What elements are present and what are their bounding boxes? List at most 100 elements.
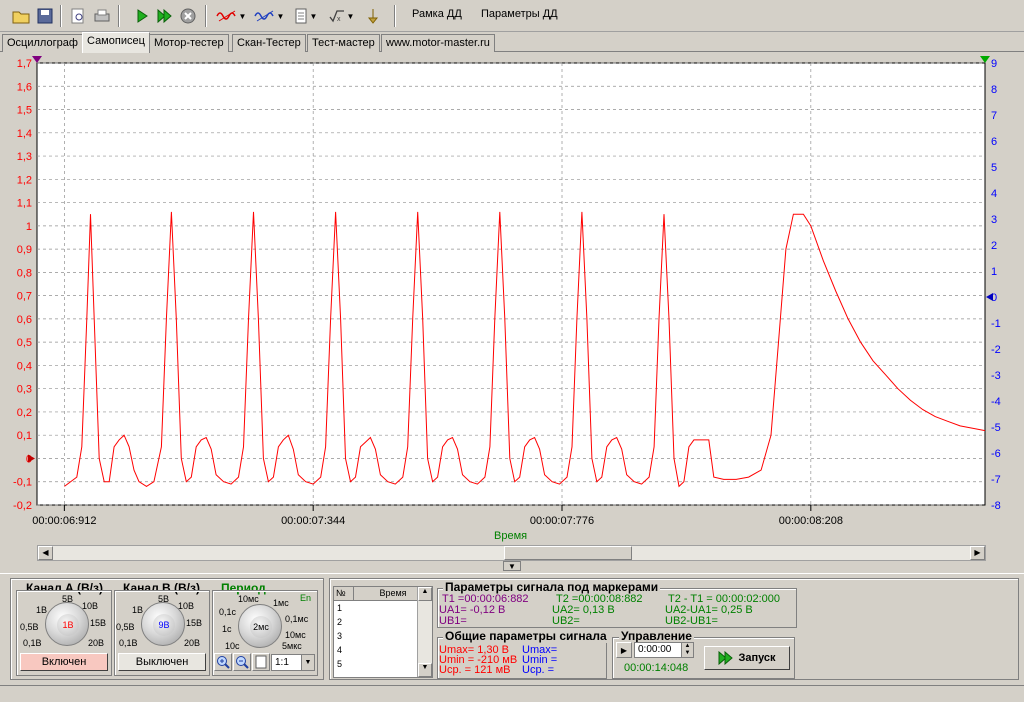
channel-a-toggle-button[interactable]: Включен xyxy=(20,653,108,671)
y-tick-label: 1,3 xyxy=(17,151,32,163)
y2-tick-label: 1 xyxy=(991,266,997,278)
start-icon xyxy=(718,651,734,665)
tab-recorder[interactable]: Самописец xyxy=(82,32,150,53)
tab-test-master[interactable]: Тест-мастер xyxy=(307,34,380,52)
scale-select[interactable]: 1:1 ▼ xyxy=(271,654,315,671)
ub1-value: UB1= xyxy=(439,615,467,627)
y2-tick-label: -3 xyxy=(991,370,1001,382)
y2-tick-label: 7 xyxy=(991,110,997,122)
y2-tick-label: -5 xyxy=(991,422,1001,434)
frame-button[interactable]: Рамка ДД xyxy=(412,8,462,20)
save-icon[interactable] xyxy=(34,5,56,27)
tab-website[interactable]: www.motor-master.ru xyxy=(381,34,495,52)
y-tick-label: 0,8 xyxy=(17,267,32,279)
period-label-10mks: 10мс xyxy=(285,630,306,640)
marker-list[interactable]: № Время 1 2 3 4 5 ▲ ▼ xyxy=(333,586,433,678)
y-tick-label: -0,1 xyxy=(13,477,32,489)
channel-b-label-10v: 10В xyxy=(178,601,195,611)
list-col-number[interactable]: № xyxy=(334,587,354,600)
y-tick-label: 1 xyxy=(26,221,32,233)
y-tick-label: 0,9 xyxy=(17,244,32,256)
panel-toggle-icon[interactable]: ▼ xyxy=(503,561,521,571)
x-tick-label: 00:00:07:776 xyxy=(530,515,594,527)
y2-tick-label: 6 xyxy=(991,136,997,148)
channel-b-label-15v: 15В xyxy=(186,618,203,628)
period-label-10s: 10с xyxy=(225,641,240,651)
zoom-in-icon[interactable] xyxy=(214,653,232,671)
svg-text:x: x xyxy=(337,16,341,23)
chevron-down-icon[interactable]: ▼ xyxy=(301,655,314,670)
page-icon[interactable] xyxy=(252,653,270,671)
channel-a-label-1v: 1В xyxy=(36,605,48,615)
y-tick-label: 0,4 xyxy=(17,360,32,372)
marker-t1-icon[interactable] xyxy=(32,56,42,63)
tab-scan-tester[interactable]: Скан-Тестер xyxy=(232,34,306,52)
start-button[interactable]: Запуск xyxy=(704,646,790,670)
channel-b-icon[interactable]: ▼ xyxy=(252,5,286,27)
scroll-thumb[interactable] xyxy=(504,546,632,560)
y-tick-label: 0,5 xyxy=(17,337,32,349)
scroll-up-icon[interactable]: ▲ xyxy=(418,587,432,601)
open-icon[interactable] xyxy=(10,5,32,27)
tab-motor-tester[interactable]: Мотор-тестер xyxy=(149,34,229,52)
uavg-a-value: Uср. = 121 мВ xyxy=(439,664,511,676)
y2-tick-label: -7 xyxy=(991,474,1001,486)
timer-play-icon[interactable]: ▶ xyxy=(616,642,632,658)
y2-tick-label: 8 xyxy=(991,84,997,96)
period-knob[interactable]: 2мс xyxy=(238,604,282,648)
channel-a-value: 1В xyxy=(62,620,74,630)
markers-title: Параметры сигнала под маркерами xyxy=(443,580,661,594)
preview-icon[interactable] xyxy=(67,5,89,27)
y2-tick-label: 5 xyxy=(991,162,997,174)
scale-select-value: 1:1 xyxy=(275,657,289,668)
document-icon[interactable]: ▼ xyxy=(290,5,320,27)
status-bar xyxy=(0,685,1024,702)
y-tick-label: 1,4 xyxy=(17,128,32,140)
channel-b-toggle-button[interactable]: Выключен xyxy=(118,653,206,671)
y-tick-label: -0,2 xyxy=(13,500,32,512)
scroll-left-icon[interactable]: ◀ xyxy=(38,546,53,560)
time-input-value: 0:00:00 xyxy=(638,644,672,655)
channel-a-label-10v: 10В xyxy=(82,601,99,611)
plot-area: 1,7 1,6 1,5 1,4 1,3 1,2 1,1 1 0,9 0,8 0,7 0,6 0,5 0,4… xyxy=(0,53,1024,573)
play-step-icon[interactable] xyxy=(153,5,175,27)
y2-tick-label: 3 xyxy=(991,214,997,226)
print-icon[interactable] xyxy=(91,5,113,27)
y2-tick-label: 9 xyxy=(991,58,997,70)
period-label-1ms: 1мс xyxy=(273,598,289,608)
x-tick-label: 00:00:07:344 xyxy=(281,515,345,527)
channel-b-label-05v: 0,5В xyxy=(116,622,135,632)
ub2-value: UB2= xyxy=(552,615,580,627)
y-tick-label: 1,7 xyxy=(17,58,32,70)
spinner-icon[interactable]: ▲ ▼ xyxy=(681,643,693,657)
channel-b-label-20v: 20В xyxy=(184,638,201,648)
zoom-out-icon[interactable] xyxy=(233,653,251,671)
y-tick-label: 0,2 xyxy=(17,407,32,419)
y-tick-label: 1,2 xyxy=(17,174,32,186)
scroll-right-icon[interactable]: ▶ xyxy=(970,546,985,560)
time-input[interactable]: 0:00:00 ▲ ▼ xyxy=(634,642,694,658)
time-scrollbar[interactable]: ◀ ▶ xyxy=(37,545,986,561)
list-scrollbar[interactable]: ▲ ▼ xyxy=(417,587,432,677)
tab-bar: Осциллограф Самописец Мотор-тестер Скан-… xyxy=(0,32,1024,53)
x-tick-label: 00:00:06:912 xyxy=(32,515,96,527)
period-en-label: En xyxy=(300,593,312,603)
formula-icon[interactable]: x ▼ xyxy=(326,5,356,27)
y2-tick-label: -1 xyxy=(991,318,1001,330)
marker-t2-icon[interactable] xyxy=(980,56,990,63)
scroll-down-icon[interactable]: ▼ xyxy=(418,663,432,677)
tab-oscilloscope[interactable]: Осциллограф xyxy=(2,34,83,52)
probe-icon[interactable] xyxy=(362,5,384,27)
stop-icon[interactable] xyxy=(177,5,199,27)
signal-chart[interactable]: 1,7 1,6 1,5 1,4 1,3 1,2 1,1 1 0,9 0,8 0,7 0,6 0,5 0,4… xyxy=(0,53,1024,545)
channel-b-label-1v: 1В xyxy=(132,605,144,615)
y2-tick-label: -2 xyxy=(991,344,1001,356)
channel-b-label-01v: 0,1В xyxy=(119,638,138,648)
ub-diff-value: UB2-UB1= xyxy=(665,615,718,627)
params-button[interactable]: Параметры ДД xyxy=(481,8,558,20)
general-title: Общие параметры сигнала xyxy=(443,629,609,643)
channel-a-icon[interactable]: ▼ xyxy=(214,5,248,27)
control-title: Управление xyxy=(619,629,694,643)
play-icon[interactable] xyxy=(131,5,153,27)
channel-b-value: 9В xyxy=(158,620,170,630)
